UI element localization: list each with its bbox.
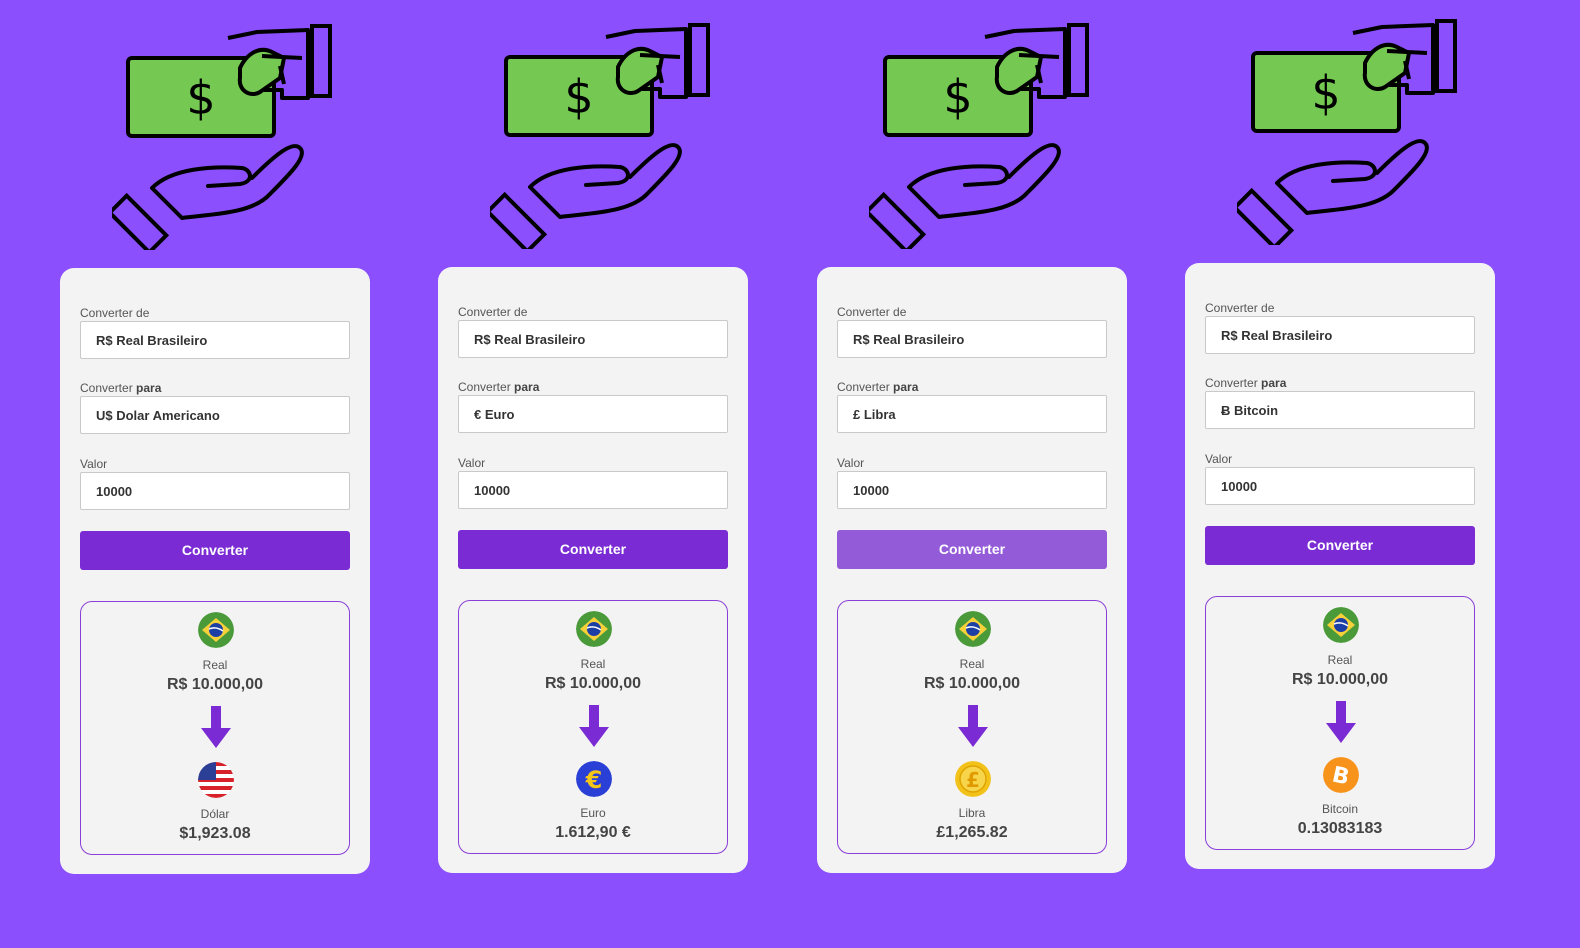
- svg-text:€: €: [585, 766, 603, 794]
- to-currency-value: € Euro: [474, 407, 515, 422]
- from-label: Converter de: [80, 306, 150, 320]
- svg-text:$: $: [564, 70, 593, 124]
- amount-input[interactable]: 10000: [458, 471, 728, 509]
- converter-card: Converter de R$ Real Brasileiro Converte…: [817, 267, 1127, 873]
- euro-coin-icon: €: [576, 761, 612, 797]
- converter-card: Converter de R$ Real Brasileiro Converte…: [1185, 263, 1495, 869]
- brazil-flag-icon: [198, 612, 234, 648]
- from-currency-select[interactable]: R$ Real Brasileiro: [1205, 316, 1475, 354]
- value-label: Valor: [458, 456, 486, 470]
- to-label-bold: para: [1261, 376, 1287, 390]
- converted-amount: 1.612,90 €: [555, 824, 631, 841]
- brazil-flag-icon: [1323, 607, 1359, 643]
- to-currency-select[interactable]: U$ Dolar Americano: [80, 396, 350, 434]
- amount-input[interactable]: 10000: [80, 472, 350, 510]
- to-currency-select[interactable]: £ Libra: [837, 395, 1107, 433]
- from-currency-value: R$ Real Brasileiro: [474, 332, 586, 347]
- amount-value: 10000: [1221, 479, 1258, 494]
- amount-input[interactable]: 10000: [1205, 467, 1475, 505]
- to-label-prefix: Converter: [837, 380, 890, 394]
- converted-amount: 0.13083183: [1297, 820, 1383, 837]
- from-currency-select[interactable]: R$ Real Brasileiro: [837, 320, 1107, 358]
- amount-value: 10000: [474, 483, 511, 498]
- from-currency-select[interactable]: R$ Real Brasileiro: [80, 321, 350, 359]
- svg-text:$: $: [1311, 66, 1340, 120]
- from-currency-name: Real: [580, 657, 606, 671]
- from-label: Converter de: [1205, 301, 1275, 315]
- from-currency-name: Real: [959, 657, 985, 671]
- svg-text:$: $: [943, 70, 972, 124]
- to-label-bold: para: [893, 380, 919, 394]
- from-amount: R$ 10.000,00: [544, 675, 642, 692]
- us-flag-icon: [198, 762, 234, 798]
- to-currency-value: £ Libra: [853, 407, 896, 422]
- to-currency-select[interactable]: € Euro: [458, 395, 728, 433]
- amount-value: 10000: [96, 484, 133, 499]
- from-label: Converter de: [458, 305, 528, 319]
- money-exchange-hands-icon: $: [869, 23, 1089, 249]
- to-label-prefix: Converter: [1205, 376, 1258, 390]
- from-amount: R$ 10.000,00: [923, 675, 1021, 692]
- from-label: Converter de: [837, 305, 907, 319]
- from-currency-name: Real: [1327, 653, 1353, 667]
- value-label: Valor: [80, 457, 108, 471]
- convert-button[interactable]: Converter: [458, 530, 728, 569]
- converted-amount: £1,265.82: [936, 824, 1008, 841]
- svg-text:£: £: [966, 768, 980, 792]
- bitcoin-icon: B: [1323, 757, 1359, 793]
- from-currency-value: R$ Real Brasileiro: [96, 333, 208, 348]
- to-label-bold: para: [136, 381, 162, 395]
- to-currency-name: Bitcoin: [1321, 802, 1359, 816]
- money-exchange-hands-icon: $: [112, 24, 332, 250]
- to-currency-name: Euro: [580, 806, 606, 820]
- convert-button[interactable]: Converter: [837, 530, 1107, 569]
- converted-amount: $1,923.08: [179, 825, 251, 842]
- to-label: Converter para: [80, 381, 161, 395]
- from-amount: R$ 10.000,00: [166, 676, 264, 693]
- from-currency-value: R$ Real Brasileiro: [853, 332, 965, 347]
- money-exchange-hands-icon: $: [1237, 19, 1457, 245]
- from-currency-value: R$ Real Brasileiro: [1221, 328, 1333, 343]
- brazil-flag-icon: [576, 611, 612, 647]
- arrow-down-icon: [1326, 701, 1356, 743]
- converter-card: Converter de R$ Real Brasileiro Converte…: [438, 267, 748, 873]
- from-currency-select[interactable]: R$ Real Brasileiro: [458, 320, 728, 358]
- to-label: Converter para: [458, 380, 539, 394]
- to-currency-value: U$ Dolar Americano: [96, 408, 220, 423]
- result-box: Real R$ 10.000,00 € Euro 1.612,90 €: [458, 600, 728, 854]
- to-label: Converter para: [1205, 376, 1286, 390]
- value-label: Valor: [837, 456, 865, 470]
- converter-card: Converter de R$ Real Brasileiro Converte…: [60, 268, 370, 874]
- to-currency-name: Dólar: [200, 807, 230, 821]
- arrow-down-icon: [579, 705, 609, 747]
- convert-button[interactable]: Converter: [80, 531, 350, 570]
- to-currency-select[interactable]: Ƀ Bitcoin: [1205, 391, 1475, 429]
- to-label-bold: para: [514, 380, 540, 394]
- to-label-prefix: Converter: [458, 380, 511, 394]
- amount-value: 10000: [853, 483, 890, 498]
- result-box: Real R$ 10.000,00 £ Libra £1,265.82: [837, 600, 1107, 854]
- money-exchange-hands-icon: $: [490, 23, 710, 249]
- amount-input[interactable]: 10000: [837, 471, 1107, 509]
- brazil-flag-icon: [955, 611, 991, 647]
- to-label-prefix: Converter: [80, 381, 133, 395]
- svg-text:$: $: [186, 71, 215, 125]
- from-amount: R$ 10.000,00: [1291, 671, 1389, 688]
- arrow-down-icon: [958, 705, 988, 747]
- value-label: Valor: [1205, 452, 1233, 466]
- pound-coin-icon: £: [955, 761, 991, 797]
- to-label: Converter para: [837, 380, 918, 394]
- result-box: Real R$ 10.000,00 B Bitcoin 0.13083183: [1205, 596, 1475, 850]
- from-currency-name: Real: [202, 658, 228, 672]
- convert-button[interactable]: Converter: [1205, 526, 1475, 565]
- to-currency-name: Libra: [958, 806, 986, 820]
- result-box: Real R$ 10.000,00 Dólar $1,923.08: [80, 601, 350, 855]
- arrow-down-icon: [201, 706, 231, 748]
- to-currency-value: Ƀ Bitcoin: [1221, 403, 1279, 418]
